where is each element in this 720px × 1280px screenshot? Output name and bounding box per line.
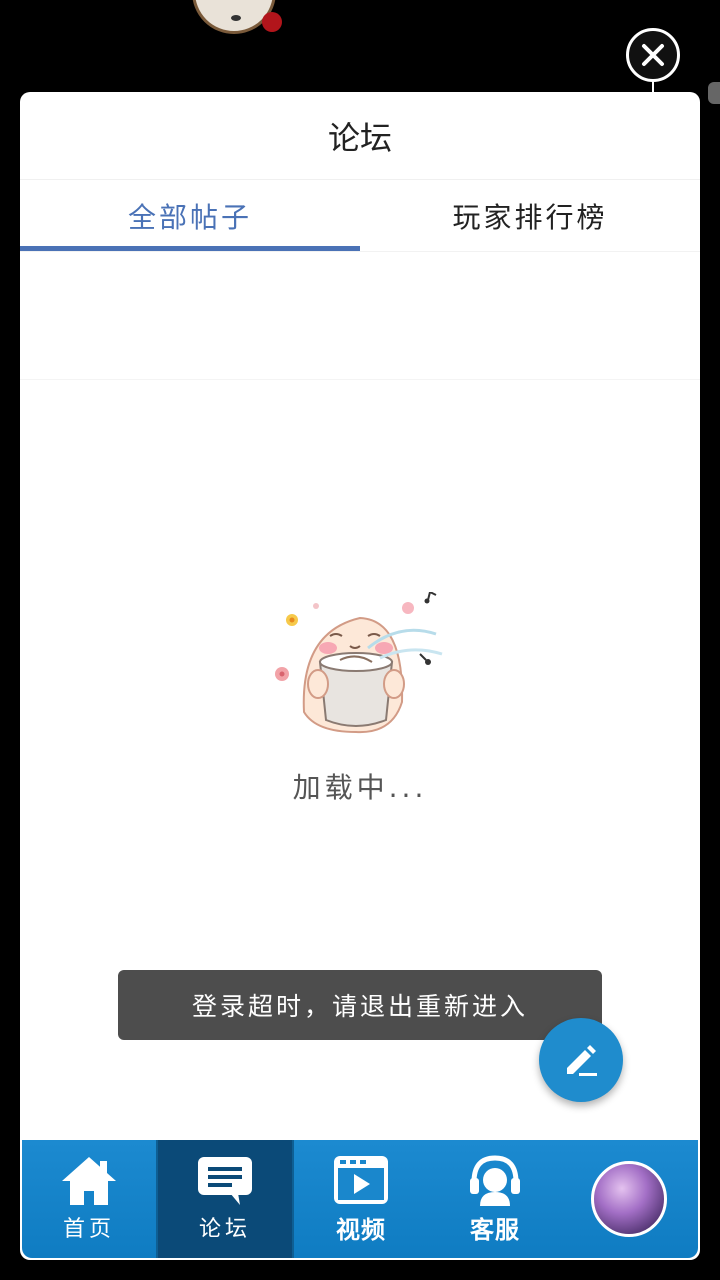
nav-video-label: 视频 (336, 1215, 386, 1244)
nav-video[interactable]: 视频 (294, 1140, 428, 1258)
close-button[interactable] (626, 28, 680, 82)
bottom-nav: 首页 论坛 视频 客服 (22, 1140, 698, 1258)
nav-support-label: 客服 (470, 1215, 520, 1244)
toast-message: 登录超时，请退出重新进入 (118, 970, 602, 1040)
loading-mascot-icon (275, 592, 443, 734)
compose-post-button[interactable] (539, 1018, 623, 1102)
nav-profile[interactable] (562, 1140, 696, 1258)
nav-forum[interactable]: 论坛 (158, 1140, 292, 1258)
page-title: 论坛 (20, 92, 700, 180)
nav-home-label: 首页 (62, 1217, 115, 1242)
forum-panel: 论坛 全部帖子 玩家排行榜 加载中... 登录超时，请退出重新进入 (20, 92, 700, 1260)
chat-icon (198, 1157, 252, 1205)
screen: 论坛 全部帖子 玩家排行榜 加载中... 登录超时，请退出重新进入 首页 论坛 … (0, 0, 720, 1280)
active-tab-indicator (20, 246, 360, 251)
tab-player-ranking[interactable]: 玩家排行榜 (360, 180, 700, 251)
nav-support[interactable]: 客服 (428, 1140, 562, 1258)
tab-all-posts[interactable]: 全部帖子 (20, 180, 360, 251)
empty-list-row (20, 252, 700, 380)
nav-forum-label: 论坛 (198, 1217, 251, 1242)
video-icon (334, 1155, 388, 1204)
nav-home[interactable]: 首页 (22, 1140, 156, 1258)
pencil-icon (567, 1045, 597, 1076)
home-icon (62, 1157, 116, 1205)
loading-indicator: 加载中... (20, 592, 700, 812)
notification-dot (262, 12, 282, 32)
top-avatar[interactable] (188, 0, 284, 34)
loading-text: 加载中... (292, 771, 428, 804)
close-icon (642, 44, 664, 66)
headset-icon (470, 1154, 520, 1206)
user-avatar (591, 1161, 667, 1237)
tab-bar: 全部帖子 玩家排行榜 (20, 180, 700, 252)
side-handle (708, 82, 720, 104)
